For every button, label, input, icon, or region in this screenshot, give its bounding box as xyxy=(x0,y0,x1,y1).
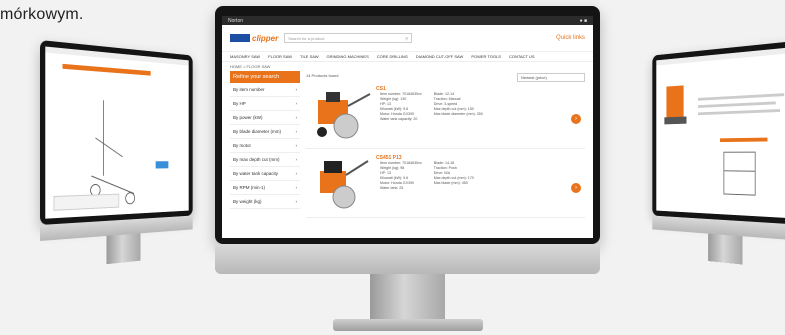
floor-saw-image xyxy=(306,155,376,215)
product-image[interactable] xyxy=(306,155,376,217)
product-card[interactable]: CS1 Item number: 70184635xx Weight (kg):… xyxy=(306,86,585,149)
right-monitor xyxy=(643,40,785,270)
search-placeholder: Search for a product xyxy=(288,36,324,41)
spec-line: Max blade (mm): 450 xyxy=(434,181,474,186)
sidebar-title: Refine your search xyxy=(230,71,300,83)
chevron-down-icon: › xyxy=(296,157,298,162)
browser-title: Norton xyxy=(228,18,243,24)
chevron-down-icon: › xyxy=(296,199,298,204)
center-monitor: Norton ● ■ clipper Search for a product … xyxy=(215,6,600,244)
chevron-down-icon: › xyxy=(296,185,298,190)
left-title-bar xyxy=(62,64,150,76)
nav-item[interactable]: DIAMOND CUT-OFF SAW xyxy=(416,54,463,59)
filter-item[interactable]: By blade diameter (mm) › xyxy=(230,125,300,139)
window-controls-icon[interactable]: ● ■ xyxy=(580,18,587,24)
center-foot xyxy=(333,319,483,331)
search-input[interactable]: Search for a product ⚲ xyxy=(284,33,412,43)
arrow-right-icon[interactable]: › xyxy=(571,114,581,124)
nav-item[interactable]: FLOOR SAW xyxy=(268,54,292,59)
filter-item[interactable]: By power (kW) › xyxy=(230,111,300,125)
right-screen xyxy=(656,47,785,219)
nav-item[interactable]: POWER TOOLS xyxy=(471,54,501,59)
search-icon[interactable]: ⚲ xyxy=(405,36,408,41)
product-info: CS1 Item number: 70184635xx Weight (kg):… xyxy=(376,86,483,148)
chevron-down-icon: › xyxy=(296,115,298,120)
browser-topbar: Norton ● ■ xyxy=(222,16,593,25)
chevron-down-icon: › xyxy=(296,143,298,148)
chevron-down-icon: › xyxy=(296,101,298,106)
filter-item[interactable]: By HP › xyxy=(230,97,300,111)
filter-item[interactable]: By max depth cut (mm) › xyxy=(230,153,300,167)
right-bezel xyxy=(652,40,785,225)
filter-item[interactable]: By weight (kg) › xyxy=(230,195,300,209)
filter-item[interactable]: By motor › xyxy=(230,139,300,153)
left-stand xyxy=(106,233,140,264)
filter-item[interactable]: By RPM (min-1) › xyxy=(230,181,300,195)
filter-item[interactable]: By water tank capacity › xyxy=(230,167,300,181)
left-bezel xyxy=(40,40,193,225)
arrow-right-icon[interactable]: › xyxy=(571,183,581,193)
logo-text: clipper xyxy=(252,34,278,43)
site-logo[interactable]: clipper xyxy=(230,33,278,43)
floor-saw-image xyxy=(306,86,376,146)
chevron-down-icon: › xyxy=(296,87,298,92)
nav-item[interactable]: GRINDING MACHINES xyxy=(327,54,369,59)
product-specs: Item number: 70184635xx Weight (kg): 98 … xyxy=(376,161,474,191)
left-topbar xyxy=(45,47,188,66)
product-card[interactable]: CS451 P13 Item number: 70184635xx Weight… xyxy=(306,155,585,218)
norton-badge-icon xyxy=(230,34,250,42)
nav-item[interactable]: TILE SAW xyxy=(300,54,319,59)
left-screen xyxy=(45,47,188,219)
quick-links[interactable]: Quick links xyxy=(556,35,585,41)
right-product-drawing xyxy=(656,52,785,216)
filter-item[interactable]: By item number › xyxy=(230,83,300,97)
main-nav: MASONRY SAW FLOOR SAW TILE SAW GRINDING … xyxy=(222,51,593,62)
spec-line: Water tank capacity: 20 xyxy=(380,117,422,122)
right-stand xyxy=(708,234,742,265)
product-info: CS451 P13 Item number: 70184635xx Weight… xyxy=(376,155,474,217)
center-stand xyxy=(370,274,445,319)
site-header: clipper Search for a product ⚲ Quick lin… xyxy=(222,25,593,51)
nav-item[interactable]: CORE DRILLING xyxy=(377,54,408,59)
nav-item[interactable]: MASONRY SAW xyxy=(230,54,260,59)
spec-line: Water tank: 25 xyxy=(380,186,422,191)
filter-sidebar: Refine your search By item number › By HP… xyxy=(230,71,300,224)
caption-text: mórkowym. xyxy=(0,6,84,24)
chevron-down-icon: › xyxy=(296,129,298,134)
results-bar: 14 Products found Newest (price) xyxy=(306,71,585,86)
product-list: 14 Products found Newest (price) CS1 Ite… xyxy=(306,71,585,224)
nav-item[interactable]: CONTACT US xyxy=(509,54,535,59)
product-image[interactable] xyxy=(306,86,376,148)
center-screen: Norton ● ■ clipper Search for a product … xyxy=(222,16,593,238)
content-area: Refine your search By item number › By HP… xyxy=(222,71,593,224)
breadcrumb[interactable]: HOME > FLOOR SAW xyxy=(222,62,593,71)
product-specs: Item number: 70184635xx Weight (kg): 130… xyxy=(376,92,483,122)
results-count: 14 Products found xyxy=(306,73,338,82)
left-monitor xyxy=(40,40,202,270)
center-bezel: Norton ● ■ clipper Search for a product … xyxy=(215,6,600,244)
left-product-drawing xyxy=(45,77,188,216)
chevron-down-icon: › xyxy=(296,171,298,176)
sort-select[interactable]: Newest (price) xyxy=(517,73,585,82)
center-chin xyxy=(215,244,600,274)
spec-line: Max blade diameter (mm): 350 xyxy=(434,112,483,117)
